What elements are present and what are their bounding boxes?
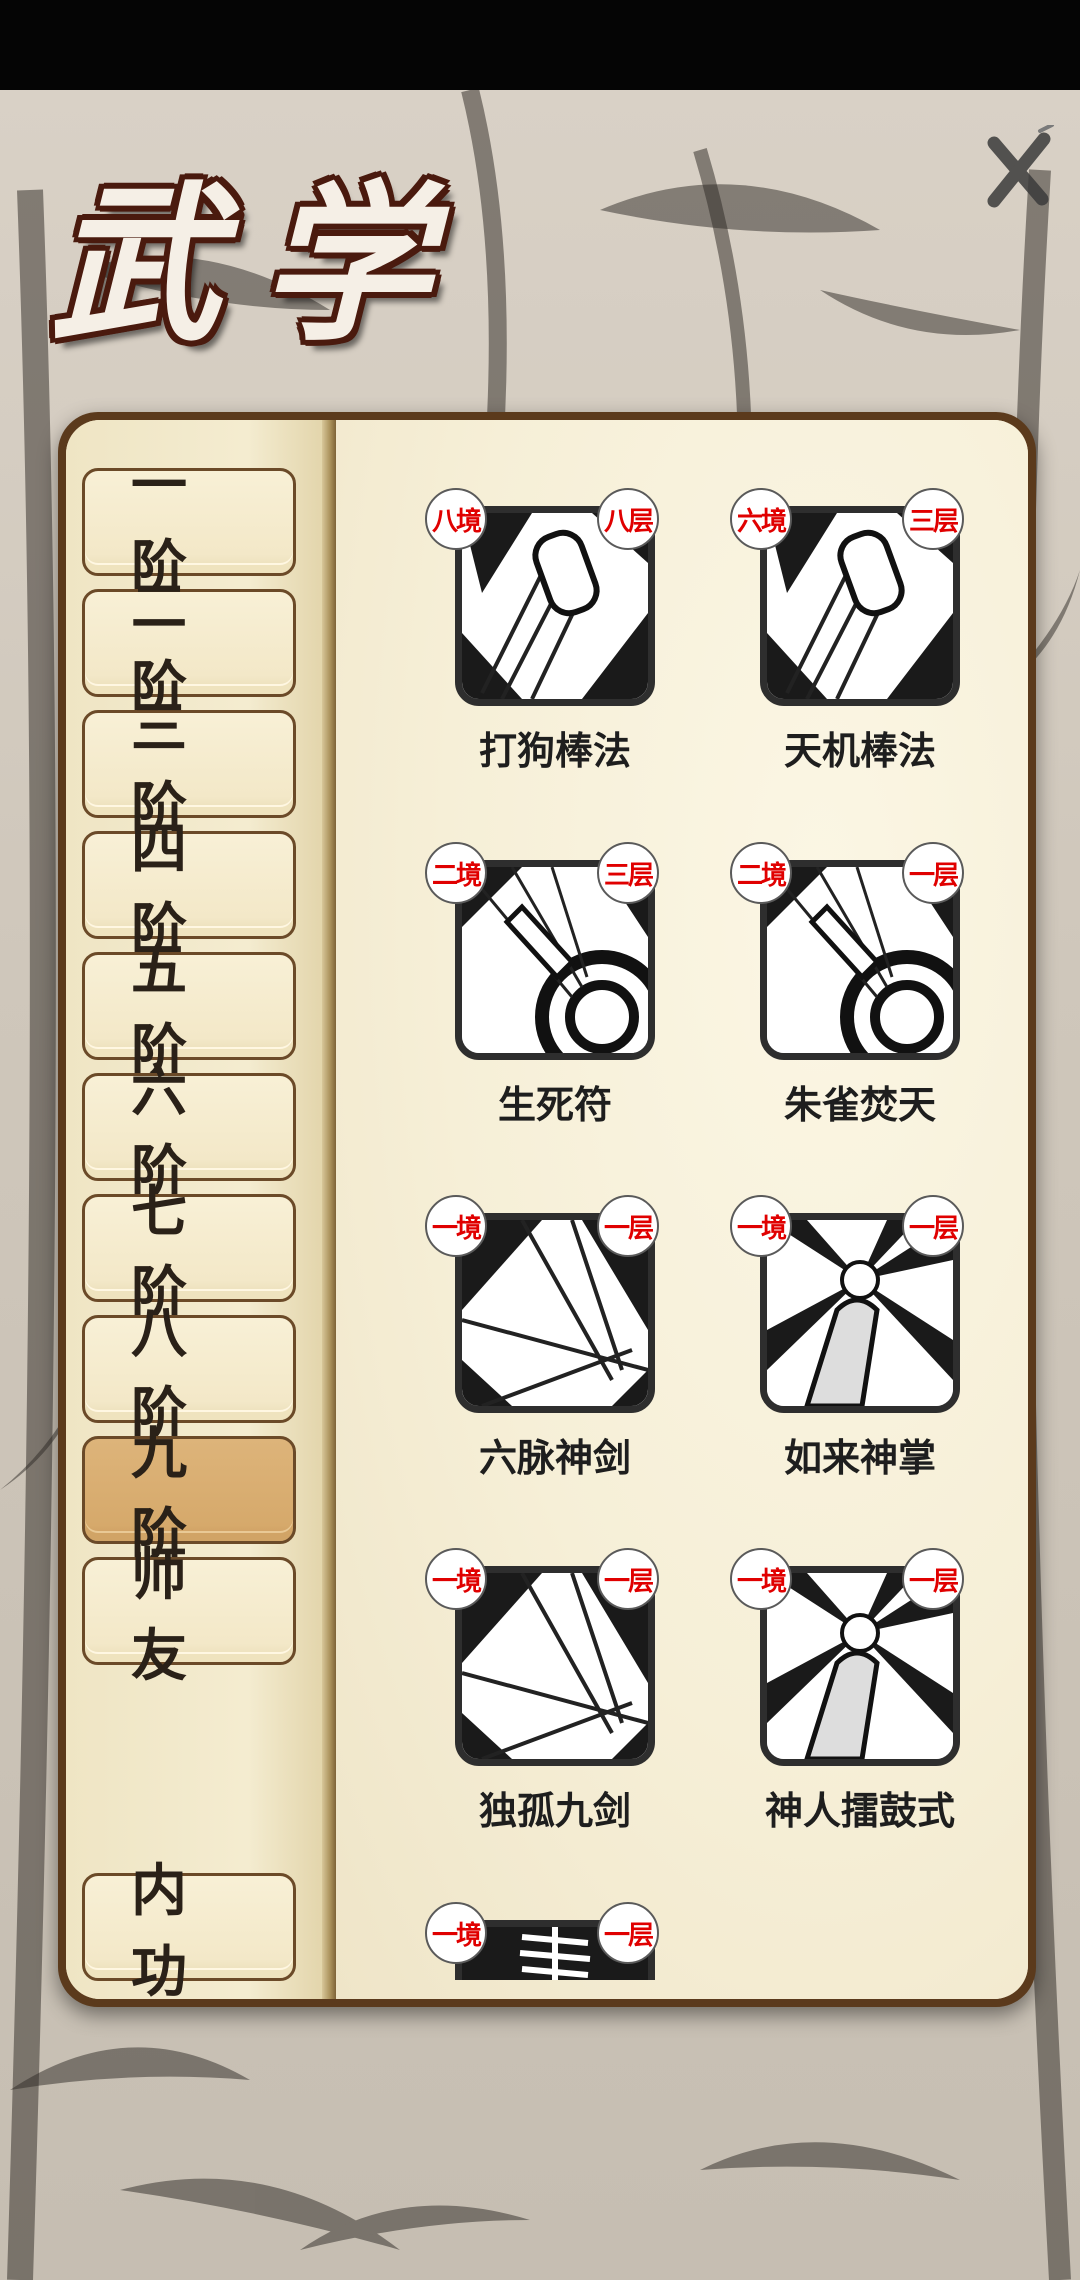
level-badge: 一层 — [597, 1195, 659, 1257]
skill-card[interactable]: 六境 三层 天机棒法 — [730, 488, 970, 788]
tab-tier-2[interactable]: 二阶 — [82, 575, 296, 721]
tab-neigong[interactable]: 内功 — [82, 1859, 296, 2005]
tab-mentors[interactable]: 师友 — [82, 1543, 296, 1689]
tab-tier-7[interactable]: 七阶 — [82, 1180, 296, 1326]
level-badge: 三层 — [902, 488, 964, 550]
level-badge: 三层 — [597, 842, 659, 904]
level-badge: 一层 — [902, 1548, 964, 1610]
tab-tier-3[interactable]: 三阶 — [82, 696, 296, 842]
skill-card[interactable]: 二境 三层 生死符 — [425, 842, 665, 1142]
skill-card[interactable]: 一境 一层 六脉神剑 — [425, 1195, 665, 1495]
realm-badge: 八境 — [425, 488, 487, 550]
tab-label: 内功 — [131, 1859, 233, 2005]
skill-card[interactable]: 八境 八层 打狗棒法 — [425, 488, 665, 788]
level-badge: 一层 — [902, 842, 964, 904]
skill-card[interactable]: 一境 一层 — [425, 1902, 665, 1980]
realm-badge: 一境 — [425, 1548, 487, 1610]
title-char-1: 武 — [50, 165, 221, 365]
level-badge: 一层 — [597, 1902, 659, 1964]
page-title: 武 学 — [50, 135, 430, 365]
tab-tier-8[interactable]: 八阶 — [82, 1301, 296, 1447]
tab-tier-9[interactable]: 九阶 — [82, 1422, 296, 1568]
tab-tier-4[interactable]: 四阶 — [82, 817, 296, 963]
skill-name: 天机棒法 — [783, 729, 936, 773]
realm-badge: 一境 — [425, 1195, 487, 1257]
skill-name: 六脉神剑 — [478, 1436, 631, 1480]
tab-label: 师友 — [131, 1543, 233, 1689]
level-badge: 八层 — [597, 488, 659, 550]
skill-card[interactable]: 一境 一层 独孤九剑 — [425, 1548, 665, 1848]
realm-badge: 二境 — [730, 842, 792, 904]
skill-card[interactable]: 一境 一层 如来神掌 — [730, 1195, 970, 1495]
skill-name: 朱雀焚天 — [783, 1083, 936, 1127]
tab-tier-5[interactable]: 五阶 — [82, 938, 296, 1084]
skill-card[interactable]: 二境 一层 朱雀焚天 — [730, 842, 970, 1142]
tab-tier-1[interactable]: 一阶 — [82, 454, 296, 600]
tab-tier-6[interactable]: 六阶 — [82, 1059, 296, 1205]
realm-badge: 二境 — [425, 842, 487, 904]
title-char-2: 学 — [260, 165, 431, 365]
realm-badge: 一境 — [730, 1548, 792, 1610]
close-icon — [987, 123, 1054, 208]
skill-name: 生死符 — [497, 1083, 612, 1127]
skill-name: 神人擂鼓式 — [764, 1789, 955, 1833]
realm-badge: 一境 — [730, 1195, 792, 1257]
skill-name: 独孤九剑 — [478, 1789, 631, 1833]
realm-badge: 一境 — [425, 1902, 487, 1964]
skill-name: 打狗棒法 — [478, 729, 631, 773]
skill-grid[interactable]: 八境 八层 打狗棒法 六境 三层 天机棒法 二境 三层 生死符 二境 一层 朱雀… — [330, 470, 1020, 1980]
level-badge: 一层 — [902, 1195, 964, 1257]
skill-name: 如来神掌 — [783, 1436, 936, 1480]
level-badge: 一层 — [597, 1548, 659, 1610]
skill-card[interactable]: 一境 一层 神人擂鼓式 — [730, 1548, 970, 1848]
realm-badge: 六境 — [730, 488, 792, 550]
close-button[interactable] — [980, 123, 1060, 215]
status-bar — [0, 0, 1080, 90]
